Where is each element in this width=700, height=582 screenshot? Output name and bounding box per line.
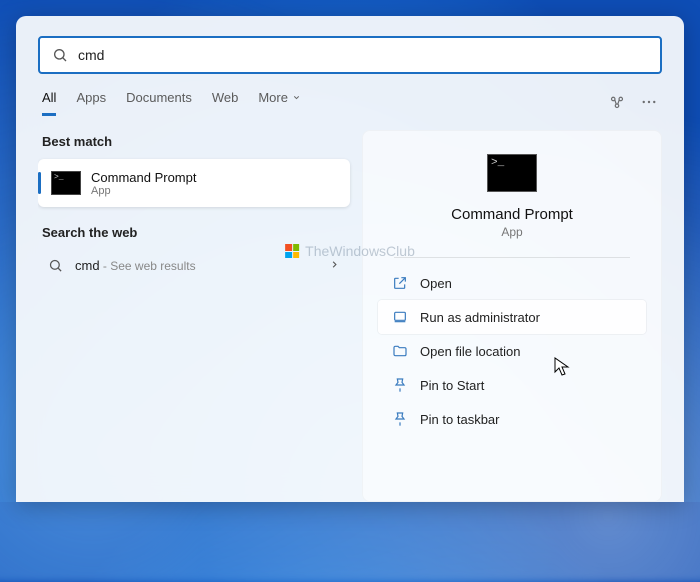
search-box[interactable]	[38, 36, 662, 74]
chevron-down-icon	[292, 93, 301, 102]
chevron-right-icon	[329, 258, 340, 273]
action-open-file-location[interactable]: Open file location	[378, 334, 646, 368]
web-result-term: cmd	[75, 258, 100, 273]
pin-icon	[392, 377, 408, 393]
command-prompt-icon	[51, 171, 81, 195]
result-title: Command Prompt	[91, 170, 196, 185]
tab-all[interactable]: All	[42, 90, 56, 116]
admin-icon	[392, 309, 408, 325]
action-open[interactable]: Open	[378, 266, 646, 300]
web-result-hint: - See web results	[100, 259, 196, 273]
search-icon	[52, 47, 68, 63]
action-run-as-administrator[interactable]: Run as administrator	[378, 300, 646, 334]
web-result[interactable]: cmd - See web results	[38, 250, 350, 281]
results-list: Best match Command Prompt App Search the…	[38, 130, 350, 502]
search-web-label: Search the web	[42, 225, 346, 240]
search-input[interactable]	[78, 47, 648, 63]
share-icon[interactable]	[608, 93, 626, 114]
detail-subtitle: App	[501, 225, 522, 239]
action-pin-to-taskbar[interactable]: Pin to taskbar	[378, 402, 646, 436]
detail-pane: Command Prompt App Open Run as administr…	[362, 130, 662, 502]
tab-web[interactable]: Web	[212, 90, 239, 116]
result-subtitle: App	[91, 185, 196, 197]
pin-icon	[392, 411, 408, 427]
divider	[394, 257, 630, 258]
search-icon	[48, 258, 63, 273]
open-icon	[392, 275, 408, 291]
filter-tabs: All Apps Documents Web More	[38, 90, 662, 116]
more-icon[interactable]	[640, 93, 658, 114]
tab-documents[interactable]: Documents	[126, 90, 192, 116]
detail-title: Command Prompt	[451, 206, 573, 223]
tab-apps[interactable]: Apps	[76, 90, 106, 116]
best-match-label: Best match	[42, 134, 346, 149]
action-pin-to-start[interactable]: Pin to Start	[378, 368, 646, 402]
folder-icon	[392, 343, 408, 359]
command-prompt-icon	[487, 154, 537, 192]
tab-more[interactable]: More	[258, 90, 301, 116]
best-match-result[interactable]: Command Prompt App	[38, 159, 350, 207]
search-panel: All Apps Documents Web More Best match C…	[16, 16, 684, 502]
